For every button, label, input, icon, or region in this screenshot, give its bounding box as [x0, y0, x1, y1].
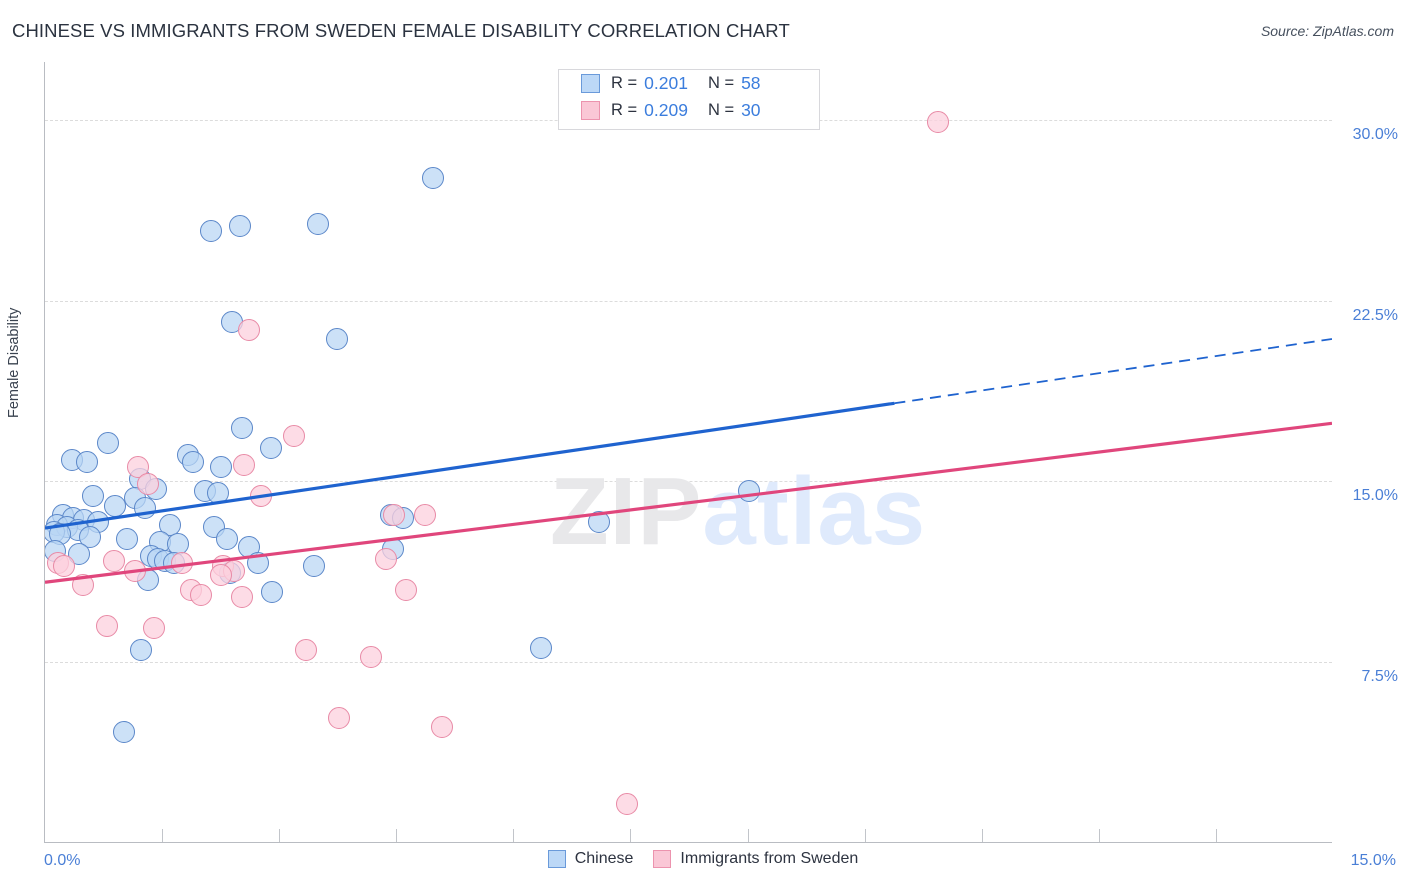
- stats-r-label-sweden: R =: [611, 101, 638, 119]
- stats-r-value-sweden: 0.209: [644, 100, 688, 120]
- plot-area: ZIPatlas: [44, 62, 1332, 843]
- y-tick-label: 7.5%: [1361, 668, 1398, 686]
- source-attribution: Source: ZipAtlas.com: [1260, 23, 1394, 39]
- stats-swatch-chinese-icon: [581, 74, 600, 93]
- page-title: CHINESE VS IMMIGRANTS FROM SWEDEN FEMALE…: [12, 20, 790, 41]
- series-legend: Chinese Immigrants from Sweden: [0, 850, 1406, 868]
- legend-swatch-sweden-icon: [653, 850, 672, 868]
- y-tick-label: 22.5%: [1352, 306, 1398, 324]
- correlation-stats-legend: R = 0.201 N = 58 R = 0.209 N = 30: [558, 69, 820, 130]
- legend-label-chinese: Chinese: [574, 850, 634, 867]
- stats-swatch-sweden-icon: [581, 101, 600, 120]
- trend-lines: [45, 338, 1332, 584]
- trend-line-solid: [45, 401, 895, 530]
- legend-item-chinese[interactable]: Chinese: [547, 850, 634, 868]
- trend-line-solid: [45, 421, 1332, 584]
- y-axis-title: Female Disability: [6, 307, 22, 418]
- stats-row-sweden: R = 0.209 N = 30: [559, 97, 819, 124]
- stats-r-label-chinese: R =: [611, 74, 638, 92]
- stats-n-label-chinese: N =: [707, 74, 735, 92]
- y-tick-label: 15.0%: [1352, 487, 1398, 505]
- stats-n-value-chinese: 58: [741, 73, 761, 93]
- trend-line-dashed: [894, 338, 1332, 405]
- legend-label-sweden: Immigrants from Sweden: [680, 850, 859, 867]
- stats-n-value-sweden: 30: [741, 100, 761, 120]
- stats-r-value-chinese: 0.201: [644, 73, 688, 93]
- plot-inner: ZIPatlas: [45, 62, 1332, 842]
- y-tick-label: 30.0%: [1352, 125, 1398, 143]
- stats-row-chinese: R = 0.201 N = 58: [559, 70, 819, 97]
- stats-n-label-sweden: N =: [707, 101, 735, 119]
- legend-item-sweden[interactable]: Immigrants from Sweden: [653, 850, 858, 868]
- chart-page: CHINESE VS IMMIGRANTS FROM SWEDEN FEMALE…: [0, 0, 1406, 892]
- legend-swatch-chinese-icon: [547, 850, 566, 868]
